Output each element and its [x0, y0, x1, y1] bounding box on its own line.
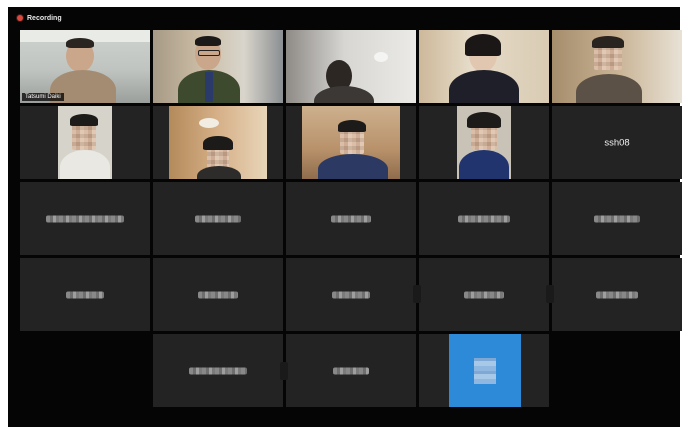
- participant-tile[interactable]: [419, 182, 549, 255]
- blurred-participant-name: [66, 291, 104, 298]
- blurred-participant-name: [594, 215, 640, 222]
- participant-video: [153, 30, 283, 103]
- tile-divider: [546, 285, 554, 303]
- participant-tile[interactable]: [20, 258, 150, 331]
- participant-tile[interactable]: [153, 258, 283, 331]
- participant-tile-active-speaker[interactable]: Tatsumi Daiki: [20, 30, 150, 103]
- participant-tile[interactable]: [419, 258, 549, 331]
- participant-video: [419, 30, 549, 103]
- profile-picture-avatar: [449, 334, 521, 407]
- participant-tile[interactable]: [153, 106, 283, 179]
- participant-video: [302, 106, 400, 179]
- participant-tile-avatar[interactable]: [419, 334, 549, 407]
- participant-tile-named[interactable]: ssh08: [552, 106, 682, 179]
- participant-tile[interactable]: [286, 182, 416, 255]
- participant-tile[interactable]: [153, 182, 283, 255]
- participant-tile[interactable]: [153, 334, 283, 407]
- recording-indicator[interactable]: Recording: [17, 11, 62, 25]
- participant-display-name: ssh08: [604, 137, 630, 148]
- participant-tile[interactable]: [552, 182, 682, 255]
- participant-tile[interactable]: [286, 334, 416, 407]
- zoom-meeting-window: Recording Tatsumi Daiki ssh08: [8, 7, 682, 427]
- recording-label: Recording: [27, 14, 62, 22]
- participant-tile[interactable]: [419, 106, 549, 179]
- participant-tile[interactable]: [20, 106, 150, 179]
- blurred-participant-name: [195, 215, 241, 222]
- participant-video: [552, 30, 682, 103]
- participant-tile[interactable]: [419, 30, 549, 103]
- blurred-participant-name: [458, 215, 510, 222]
- record-dot-icon: [17, 15, 23, 21]
- blurred-participant-name: [46, 215, 124, 222]
- participant-tile[interactable]: [153, 30, 283, 103]
- blurred-participant-name: [189, 367, 247, 374]
- blurred-avatar-icon: [474, 358, 496, 384]
- participant-tile[interactable]: [286, 106, 416, 179]
- blurred-participant-name: [331, 215, 371, 222]
- tile-divider: [280, 362, 288, 380]
- blurred-participant-name: [464, 291, 504, 298]
- participant-name-tag: Tatsumi Daiki: [22, 93, 64, 101]
- participant-video: [169, 106, 267, 179]
- participant-tile[interactable]: [286, 30, 416, 103]
- tile-divider: [413, 285, 421, 303]
- participant-video: [286, 30, 416, 103]
- participant-tile[interactable]: [286, 258, 416, 331]
- participant-tile[interactable]: [552, 30, 682, 103]
- blurred-participant-name: [332, 291, 370, 298]
- participant-video: [457, 106, 511, 179]
- participant-tile[interactable]: [20, 182, 150, 255]
- participant-video: [58, 106, 112, 179]
- participant-tile[interactable]: [552, 258, 682, 331]
- blurred-participant-name: [333, 367, 369, 374]
- blurred-participant-name: [596, 291, 638, 298]
- blurred-participant-name: [198, 291, 238, 298]
